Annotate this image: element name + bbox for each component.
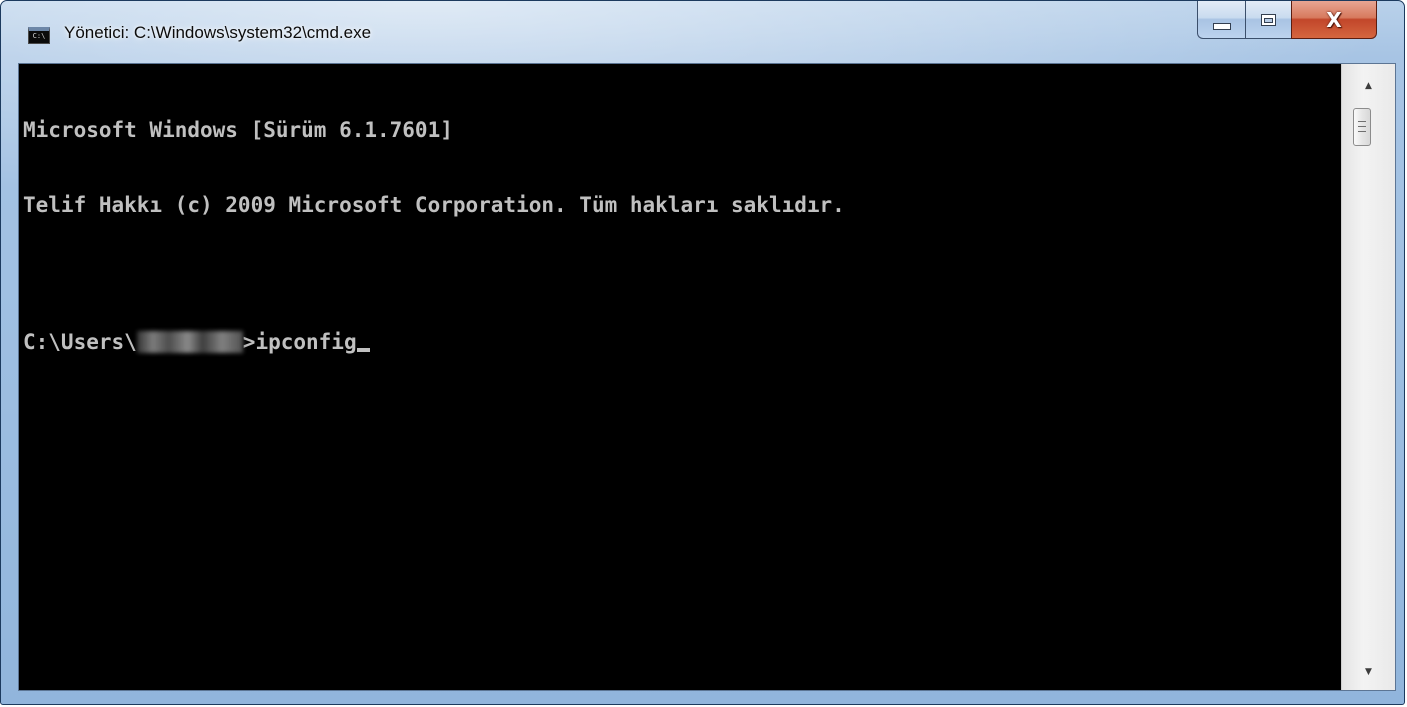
text-cursor — [356, 348, 370, 352]
close-icon: X — [1326, 7, 1342, 32]
title-bar[interactable]: C:\ Yönetici: C:\Windows\system32\cmd.ex… — [1, 1, 1404, 63]
prompt-path: C:\Users\ — [23, 330, 137, 354]
console-prompt-line: C:\Users\ >ipconfig — [23, 330, 1341, 355]
console-line-copyright: Telif Hakkı (c) 2009 Microsoft Corporati… — [23, 193, 845, 217]
prompt-symbol: > — [242, 330, 256, 354]
scroll-down-button[interactable]: ▼ — [1342, 658, 1395, 686]
thumb-grip-line — [1358, 126, 1366, 127]
maximize-button[interactable] — [1245, 1, 1291, 39]
console-output[interactable]: Microsoft Windows [Sürüm 6.1.7601] Telif… — [19, 64, 1341, 690]
vertical-scrollbar[interactable]: ▲ ▼ — [1341, 64, 1395, 690]
scrollbar-thumb[interactable] — [1353, 108, 1371, 146]
thumb-grip-line — [1358, 131, 1366, 132]
scroll-up-arrow-icon: ▲ — [1365, 81, 1372, 91]
close-button[interactable]: X — [1291, 1, 1377, 39]
console-line-version: Microsoft Windows [Sürüm 6.1.7601] — [23, 118, 453, 142]
console-client-area: Microsoft Windows [Sürüm 6.1.7601] Telif… — [18, 63, 1396, 691]
scroll-up-button[interactable]: ▲ — [1342, 72, 1395, 100]
redacted-username — [136, 331, 243, 353]
cmd-icon[interactable]: C:\ — [28, 27, 50, 44]
thumb-grip-line — [1358, 121, 1366, 122]
cmd-window: C:\ Yönetici: C:\Windows\system32\cmd.ex… — [0, 0, 1405, 705]
window-title: Yönetici: C:\Windows\system32\cmd.exe — [64, 23, 372, 42]
caption-buttons: X — [1197, 1, 1377, 41]
minimize-button[interactable] — [1197, 1, 1245, 39]
cmd-icon-text: C:\ — [32, 32, 46, 40]
maximize-icon — [1261, 13, 1276, 26]
scroll-down-arrow-icon: ▼ — [1365, 667, 1372, 677]
command-input[interactable]: ipconfig — [255, 330, 356, 354]
minimize-icon — [1212, 23, 1231, 30]
